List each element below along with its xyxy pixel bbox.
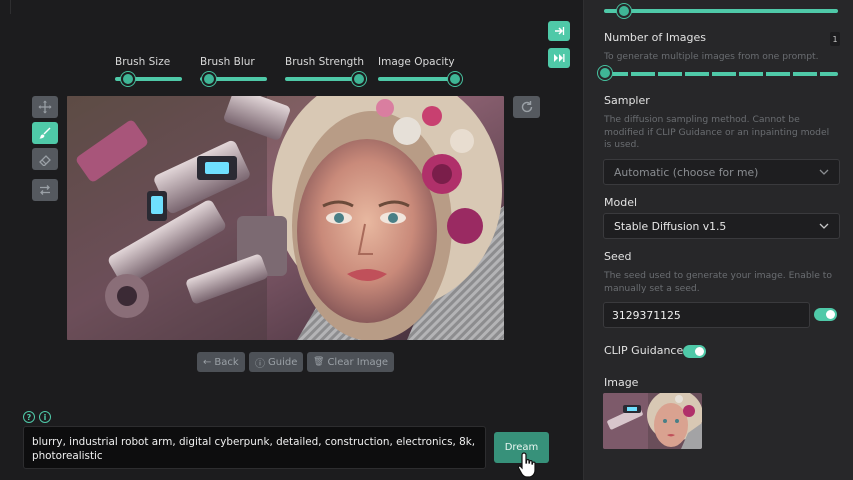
hand-cursor-icon [517, 452, 536, 478]
guide-label: Guide [268, 356, 298, 368]
eraser-icon [39, 155, 51, 166]
image-thumbnail[interactable] [603, 393, 702, 449]
model-selected: Stable Diffusion v1.5 [614, 219, 727, 233]
collapse-panel-button[interactable] [548, 21, 570, 41]
brush-strength-label: Brush Strength [285, 56, 365, 68]
number-of-images-value: 1 [830, 32, 840, 46]
move-icon [38, 100, 52, 114]
clear-image-label: Clear Image [327, 356, 389, 368]
sampler-select[interactable]: Automatic (choose for me) [603, 159, 840, 185]
settings-panel: Number of Images 1 To generate multiple … [583, 0, 853, 480]
model-label: Model [604, 196, 638, 209]
brush-blur-label: Brush Blur [200, 56, 255, 68]
fast-forward-button[interactable] [548, 48, 570, 68]
chevron-down-icon [819, 223, 829, 229]
prompt-input[interactable]: blurry, industrial robot arm, digital cy… [23, 426, 486, 469]
workspace: Brush Size Brush Blur Brush Strength Ima… [0, 0, 583, 480]
seed-value: 3129371125 [612, 308, 681, 322]
clear-image-button[interactable]: 🗑 Clear Image [307, 352, 395, 372]
seed-toggle[interactable] [814, 308, 837, 321]
eraser-tool-button[interactable] [32, 148, 58, 170]
help-circle-icon: ⓘ [255, 358, 265, 370]
clip-guidance-toggle[interactable] [683, 345, 706, 358]
number-of-images-thumb[interactable] [598, 66, 612, 80]
reset-canvas-button[interactable] [513, 96, 540, 118]
slider-thumb[interactable] [121, 72, 135, 86]
prompt-info-icons: ? i [23, 411, 51, 423]
portrait-robot-image [67, 96, 504, 340]
slider-thumb[interactable] [202, 72, 216, 86]
slider-thumb[interactable] [352, 72, 366, 86]
fast-forward-icon [554, 54, 565, 62]
top-slider-track [604, 9, 838, 13]
number-of-images-slider[interactable] [604, 70, 838, 78]
model-select[interactable]: Stable Diffusion v1.5 [603, 213, 840, 239]
swap-tool-button[interactable] [32, 179, 58, 201]
clip-guidance-label: CLIP Guidance [604, 344, 684, 357]
top-slider-thumb[interactable] [617, 4, 631, 18]
collapse-right-icon [555, 27, 565, 35]
thumbnail-image [603, 393, 702, 449]
prompt-text: blurry, industrial robot arm, digital cy… [32, 436, 476, 462]
brush-blur-slider[interactable]: Brush Blur [200, 56, 267, 86]
back-button[interactable]: ← Back [197, 352, 245, 372]
swap-icon [40, 185, 50, 195]
stepped-slider-track [604, 72, 838, 76]
back-label: Back [214, 356, 239, 368]
info-icon[interactable]: i [39, 411, 51, 423]
image-label: Image [604, 376, 639, 389]
refresh-icon [521, 101, 532, 113]
slider-thumb[interactable] [448, 72, 462, 86]
chevron-down-icon [819, 169, 829, 175]
image-opacity-slider[interactable]: Image Opacity [378, 56, 462, 86]
brush-size-slider[interactable]: Brush Size [115, 56, 182, 86]
trash-icon: 🗑 [313, 357, 325, 367]
brush-tool-button[interactable] [32, 122, 58, 144]
number-of-images-description: To generate multiple images from one pro… [604, 51, 819, 62]
move-tool-button[interactable] [32, 96, 58, 118]
brush-size-label: Brush Size [115, 56, 171, 68]
guide-button[interactable]: ⓘ Guide [249, 352, 304, 372]
seed-label: Seed [604, 250, 632, 263]
sampler-selected: Automatic (choose for me) [614, 165, 759, 179]
number-of-images-label: Number of Images [604, 31, 706, 44]
question-icon[interactable]: ? [23, 411, 35, 423]
seed-description: The seed used to generate your image. En… [604, 270, 833, 294]
sampler-description: The diffusion sampling method. Cannot be… [604, 114, 830, 150]
seed-input[interactable]: 3129371125 [603, 302, 810, 328]
canvas-image[interactable] [67, 96, 504, 340]
image-opacity-label: Image Opacity [378, 56, 455, 68]
sampler-label: Sampler [604, 94, 650, 107]
arrow-left-icon: ← [203, 356, 212, 368]
top-divider [10, 0, 580, 14]
brush-strength-slider[interactable]: Brush Strength [285, 56, 367, 86]
brush-icon [39, 127, 51, 139]
